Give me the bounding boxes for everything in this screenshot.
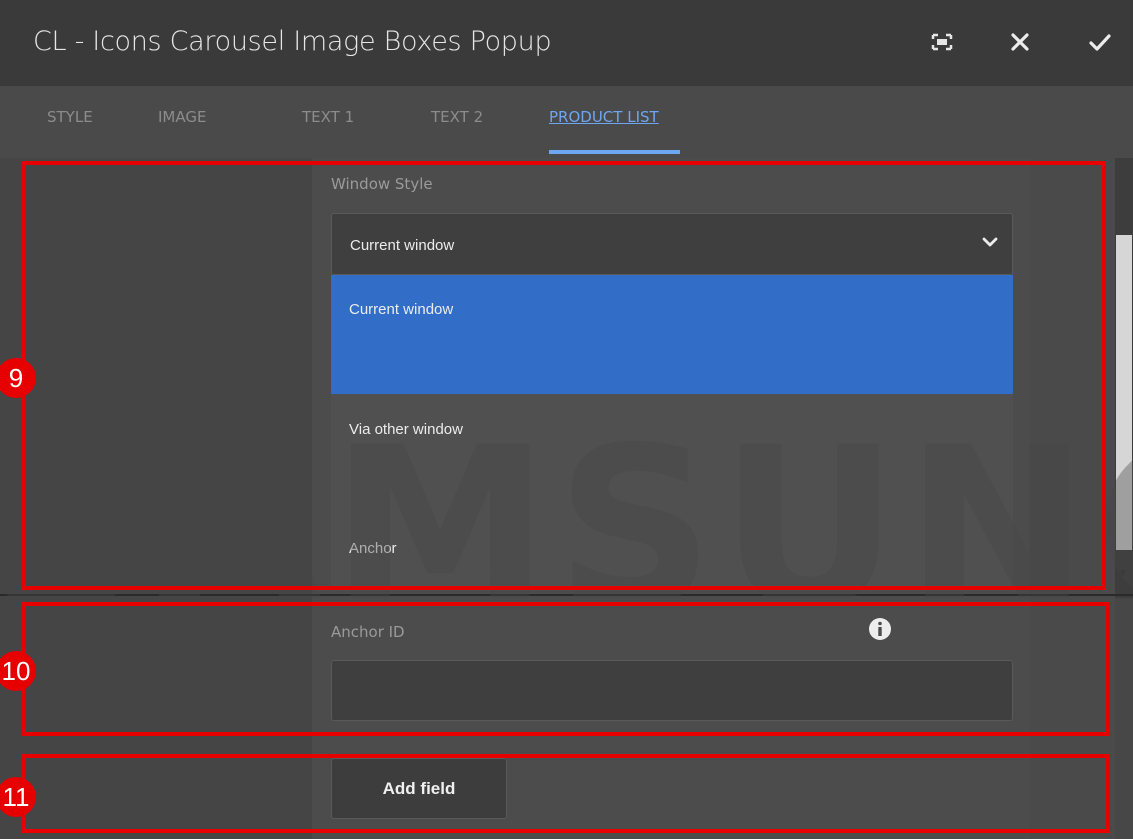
option-current-window[interactable]: Current window xyxy=(331,275,1013,394)
fullscreen-button[interactable] xyxy=(920,22,964,62)
dialog-title: CL - Icons Carousel Image Boxes Popup xyxy=(33,26,552,57)
anchor-id-input[interactable] xyxy=(331,660,1013,721)
tab-product-list[interactable]: PRODUCT LIST xyxy=(549,108,659,126)
window-style-value: Current window xyxy=(350,237,455,254)
dialog-header: CL - Icons Carousel Image Boxes Popup xyxy=(0,0,1133,86)
option-anchor[interactable]: Anchor xyxy=(331,490,1013,586)
tab-text-1[interactable]: TEXT 1 xyxy=(302,108,354,126)
window-style-dropdown: Current window Via other window Anchor xyxy=(331,275,1013,586)
tab-text-2[interactable]: TEXT 2 xyxy=(431,108,483,126)
option-label: Via other window xyxy=(349,421,463,438)
confirm-button[interactable] xyxy=(1078,22,1122,62)
close-button[interactable] xyxy=(998,22,1042,62)
left-column xyxy=(0,158,312,839)
active-tab-indicator xyxy=(549,150,680,154)
anchor-id-label: Anchor ID xyxy=(331,623,405,641)
check-icon xyxy=(1089,34,1111,51)
tab-image[interactable]: IMAGE xyxy=(158,108,206,126)
window-style-label: Window Style xyxy=(331,175,433,193)
tab-style[interactable]: STYLE xyxy=(47,108,93,126)
fullscreen-icon xyxy=(931,33,953,51)
option-via-other-window[interactable]: Via other window xyxy=(331,394,1013,490)
chevron-down-icon xyxy=(982,237,998,247)
scrollbar-thumb[interactable] xyxy=(1116,235,1132,550)
section-divider xyxy=(0,594,1133,596)
info-icon[interactable] xyxy=(868,617,892,641)
tab-bar: STYLE IMAGE TEXT 1 TEXT 2 PRODUCT LIST xyxy=(0,86,1133,158)
option-label: Anchor xyxy=(349,540,397,557)
right-column xyxy=(1030,158,1115,839)
add-field-button[interactable]: Add field xyxy=(331,758,507,819)
option-label: Current window xyxy=(349,301,454,318)
scroll-down-arrow-icon[interactable]: ▼ xyxy=(1118,568,1130,580)
window-style-select[interactable]: Current window xyxy=(331,213,1013,275)
close-icon xyxy=(1011,33,1029,51)
